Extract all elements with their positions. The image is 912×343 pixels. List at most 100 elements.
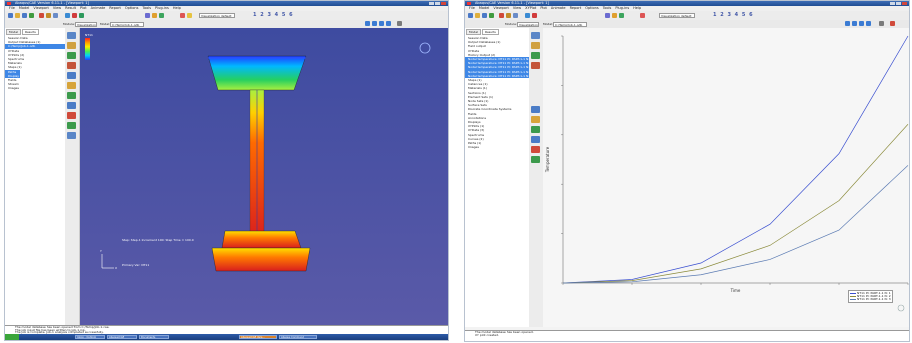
pan-icon[interactable] bbox=[39, 13, 44, 18]
print-icon[interactable] bbox=[29, 13, 34, 18]
x-axis-label: Time bbox=[730, 288, 741, 293]
plot-deformed-icon[interactable] bbox=[67, 42, 76, 49]
tree-item[interactable]: Steps (1) bbox=[5, 65, 65, 69]
create-xy-data-icon[interactable] bbox=[531, 106, 540, 113]
display-group-icon[interactable] bbox=[67, 132, 76, 139]
right-abaqus-window: Abaqus/CAE Version 6.11-1 - [Viewport: 1… bbox=[464, 0, 910, 342]
left-model-tree: Model Results Session Data Output Databa… bbox=[5, 28, 66, 326]
report-icon[interactable] bbox=[531, 146, 540, 153]
plot-contours-icon[interactable] bbox=[531, 52, 540, 59]
close-icon[interactable] bbox=[441, 2, 446, 5]
query-icon[interactable] bbox=[67, 102, 76, 109]
plot-undeformed-icon[interactable] bbox=[531, 32, 540, 39]
prev-frame-icon[interactable] bbox=[372, 21, 377, 26]
plot-material-icon[interactable] bbox=[67, 72, 76, 79]
model-select[interactable]: C:/Temp/Job-1.odb bbox=[553, 21, 587, 27]
model-select[interactable]: C:/Temp/Job-1.odb bbox=[110, 21, 144, 27]
render-icon[interactable] bbox=[79, 13, 84, 18]
legend-label: NT11 PI: PART-1-1 N: 3 bbox=[857, 297, 891, 301]
pan-icon[interactable] bbox=[499, 13, 504, 18]
taskbar-item[interactable]: Abaqus/CAE bbox=[107, 335, 137, 339]
view-iso-icon[interactable] bbox=[72, 13, 77, 18]
new-icon[interactable] bbox=[468, 13, 473, 18]
module-label: Module: bbox=[63, 21, 75, 26]
maximize-icon[interactable] bbox=[435, 2, 440, 5]
color-code-select[interactable]: Visualization default bbox=[199, 12, 235, 18]
view-cut-icon[interactable] bbox=[67, 122, 76, 129]
open-icon[interactable] bbox=[15, 13, 20, 18]
report-icon[interactable] bbox=[67, 112, 76, 119]
taskbar-item-active[interactable]: Abaqus/CAE Vers... bbox=[239, 335, 277, 339]
model-label: Model: bbox=[100, 21, 111, 26]
next-frame-icon[interactable] bbox=[386, 21, 391, 26]
next-frame-icon[interactable] bbox=[866, 21, 871, 26]
module-select[interactable]: Visualization bbox=[517, 21, 539, 27]
save-icon[interactable] bbox=[22, 13, 27, 18]
view-front-icon[interactable] bbox=[525, 13, 530, 18]
view-number-buttons[interactable]: 1 2 3 4 5 6 bbox=[253, 12, 294, 18]
zoom-icon[interactable] bbox=[53, 13, 58, 18]
view-iso-icon[interactable] bbox=[532, 13, 537, 18]
start-button[interactable] bbox=[5, 334, 19, 340]
mesh-icon[interactable] bbox=[145, 13, 150, 18]
open-icon[interactable] bbox=[475, 13, 480, 18]
plot-symbols-icon[interactable] bbox=[531, 62, 540, 69]
play-icon[interactable] bbox=[859, 21, 864, 26]
plot-options-icon[interactable] bbox=[890, 21, 895, 26]
tab-results[interactable]: Results bbox=[22, 29, 39, 35]
mesh-icon[interactable] bbox=[605, 13, 610, 18]
new-icon[interactable] bbox=[8, 13, 13, 18]
tree-item[interactable]: Images bbox=[5, 86, 65, 90]
xy-data-manager-icon[interactable] bbox=[531, 116, 540, 123]
view-caption: Step: Step-1 Increment 100: Step Time = … bbox=[122, 238, 194, 242]
right-viewport[interactable]: Time Temperature NT11 PI: PART-1-1 N: 1N… bbox=[543, 28, 909, 327]
first-frame-icon[interactable] bbox=[845, 21, 850, 26]
tab-model[interactable]: Model bbox=[466, 29, 482, 35]
animate-icon[interactable] bbox=[67, 82, 76, 89]
module-select[interactable]: Visualization bbox=[75, 21, 97, 27]
plot-symbols-icon[interactable] bbox=[67, 62, 76, 69]
series-line-3 bbox=[562, 165, 909, 284]
xy-data-icon[interactable] bbox=[67, 92, 76, 99]
frame-options-icon[interactable] bbox=[879, 21, 884, 26]
query-icon[interactable] bbox=[531, 136, 540, 143]
symbol-icon[interactable] bbox=[187, 13, 192, 18]
frame-options-icon[interactable] bbox=[397, 21, 402, 26]
contour-icon[interactable] bbox=[640, 13, 645, 18]
taskbar-item[interactable]: Abaqus Command bbox=[279, 335, 317, 339]
plot-undeformed-icon[interactable] bbox=[67, 32, 76, 39]
left-viewport[interactable]: NT11 Y X Step: Step-1 Increment 100: Ste… bbox=[80, 28, 448, 326]
shade-icon[interactable] bbox=[612, 13, 617, 18]
color-icon[interactable] bbox=[159, 13, 164, 18]
plot-deformed-icon[interactable] bbox=[531, 42, 540, 49]
color-icon[interactable] bbox=[619, 13, 624, 18]
contour-icon[interactable] bbox=[180, 13, 185, 18]
plot-contours-icon[interactable] bbox=[67, 52, 76, 59]
close-icon[interactable] bbox=[902, 2, 907, 5]
tab-model[interactable]: Model bbox=[6, 29, 22, 35]
maximize-icon[interactable] bbox=[896, 2, 901, 5]
windows-taskbar: Inbox - Outlook Abaqus/CAE Documents Aba… bbox=[5, 334, 448, 340]
first-frame-icon[interactable] bbox=[365, 21, 370, 26]
shade-icon[interactable] bbox=[152, 13, 157, 18]
save-icon[interactable] bbox=[482, 13, 487, 18]
taskbar-item[interactable]: Documents bbox=[139, 335, 169, 339]
print-icon[interactable] bbox=[489, 13, 494, 18]
tree-item[interactable]: Images bbox=[465, 145, 529, 149]
zoom-icon[interactable] bbox=[513, 13, 518, 18]
xy-plot-icon[interactable] bbox=[531, 126, 540, 133]
axis-options-icon[interactable] bbox=[531, 156, 540, 163]
minimize-icon[interactable] bbox=[890, 2, 895, 5]
rotate-icon[interactable] bbox=[506, 13, 511, 18]
history-output-selected[interactable]: Nodal temperature: NT11 PI: PART-1-1 N: … bbox=[465, 65, 529, 70]
color-code-select[interactable]: Visualization default bbox=[659, 12, 695, 18]
play-icon[interactable] bbox=[379, 21, 384, 26]
view-front-icon[interactable] bbox=[65, 13, 70, 18]
view-number-buttons[interactable]: 1 2 3 4 5 6 bbox=[713, 12, 754, 18]
simulia-logo bbox=[419, 42, 431, 54]
minimize-icon[interactable] bbox=[429, 2, 434, 5]
rotate-icon[interactable] bbox=[46, 13, 51, 18]
prev-frame-icon[interactable] bbox=[852, 21, 857, 26]
tab-results[interactable]: Results bbox=[482, 29, 499, 35]
taskbar-item[interactable]: Inbox - Outlook bbox=[75, 335, 105, 339]
